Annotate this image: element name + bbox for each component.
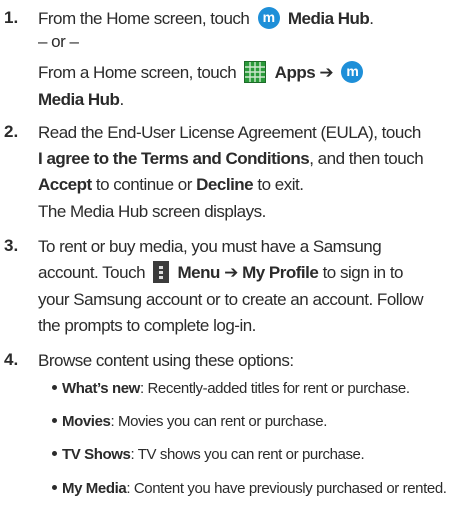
step-3-line-2: account. Touch Menu ➔ My Profile to sign… [38,260,404,285]
step-4-line-1: Browse content using these options: [38,351,294,370]
step-3-line-4: the prompts to complete log-in. [38,316,256,335]
bullet-icon [52,485,57,490]
apps-grid-icon [245,61,266,82]
bullet-icon [52,418,57,423]
step-number: 4. [4,350,19,369]
step-2-line-1: Read the End-User License Agreement (EUL… [38,123,421,142]
step-1-line-3: From a Home screen, touch Apps ➔ m [38,60,367,85]
step-1-or: – or – [38,32,79,51]
step-3-line-3: your Samsung account or to create an acc… [38,290,424,309]
step-number: 3. [4,236,19,255]
menu-icon [153,260,170,283]
step-1-line-4: Media Hub. [38,90,124,109]
option-item: What’s new: Recently-added titles for re… [52,378,410,400]
option-item: Movies: Movies you can rent or purchase. [52,411,327,433]
media-hub-icon: m [341,60,364,83]
step-number: 1. [4,8,19,27]
bullet-icon [52,385,57,390]
step-2-line-2: I agree to the Terms and Conditions, and… [38,149,424,168]
step-2-line-4: The Media Hub screen displays. [38,202,266,221]
manual-page: 1. From the Home screen, touch m Media H… [0,0,471,532]
step-2-line-3: Accept to continue or Decline to exit. [38,175,304,194]
apps-icon [244,60,267,83]
step-number: 2. [4,122,19,141]
step-3-line-1: To rent or buy media, you must have a Sa… [38,237,382,256]
media-hub-icon: m [257,6,280,29]
option-item: TV Shows: TV shows you can rent or purch… [52,444,365,466]
step-1-line-1: From the Home screen, touch m Media Hub. [38,6,374,29]
option-item: My Media: Content you have previously pu… [52,478,447,500]
menu-dots-icon [159,265,164,279]
bullet-icon [52,451,57,456]
